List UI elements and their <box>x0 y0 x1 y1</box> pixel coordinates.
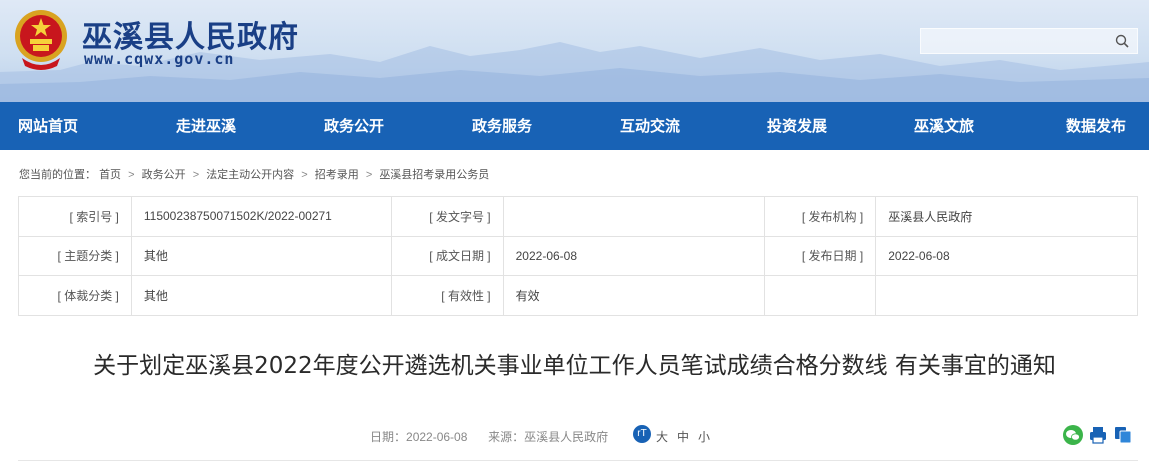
main-nav: 网站首页 走进巫溪 政务公开 政务服务 互动交流 投资发展 巫溪文旅 数据发布 <box>0 102 1149 150</box>
emblem-icon[interactable] <box>12 8 70 70</box>
source-value: 巫溪县人民政府 <box>524 430 609 444</box>
nav-item-about[interactable]: 走进巫溪 <box>176 102 236 150</box>
nav-item-data-release[interactable]: 数据发布 <box>1066 102 1126 150</box>
genre-value: 其他 <box>130 275 392 316</box>
source-label: 来源： <box>488 430 525 444</box>
copy-icon[interactable] <box>1113 425 1133 445</box>
published-date-label: [ 发布日期 ] <box>764 235 877 276</box>
validity-label: [ 有效性 ] <box>390 275 504 316</box>
genre-label: [ 体裁分类 ] <box>18 275 132 316</box>
breadcrumb-item-civil-servant[interactable]: 巫溪县招考录用公务员 <box>379 169 489 181</box>
breadcrumb-item-statutory[interactable]: 法定主动公开内容 <box>206 169 294 181</box>
topic-label: [ 主题分类 ] <box>18 235 132 276</box>
font-large-button[interactable]: 大 <box>656 428 668 445</box>
topic-value: 其他 <box>130 235 392 276</box>
site-url[interactable]: www.cqwx.gov.cn <box>84 50 234 68</box>
breadcrumb: 您当前的位置： 首页 > 政务公开 > 法定主动公开内容 > 招考录用 > 巫溪… <box>19 166 489 182</box>
index-value: 11500238750071502K/2022-00271 <box>130 196 392 237</box>
nav-item-home[interactable]: 网站首页 <box>18 102 78 150</box>
print-icon[interactable] <box>1088 425 1108 445</box>
empty-value-cell <box>875 275 1138 316</box>
date-label: 日期： <box>370 430 407 444</box>
created-date-label: [ 成文日期 ] <box>390 235 504 276</box>
doc-number-label: [ 发文字号 ] <box>390 196 504 237</box>
nav-item-gov-affairs-open[interactable]: 政务公开 <box>324 102 384 150</box>
doc-number-value <box>502 196 766 237</box>
wechat-icon[interactable] <box>1063 425 1083 445</box>
font-medium-button[interactable]: 中 <box>677 428 689 445</box>
breadcrumb-separator: > <box>192 169 200 181</box>
nav-item-investment[interactable]: 投资发展 <box>767 102 827 150</box>
table-row: [ 索引号 ] 11500238750071502K/2022-00271 [ … <box>18 196 1138 237</box>
date-value: 2022-06-08 <box>406 430 468 444</box>
breadcrumb-item-gov-open[interactable]: 政务公开 <box>142 169 186 181</box>
article-title: 关于划定巫溪县2022年度公开遴选机关事业单位工作人员笔试成绩合格分数线 有关事… <box>93 353 1056 379</box>
empty-label-cell <box>764 275 877 316</box>
search-input[interactable] <box>921 29 1111 53</box>
font-small-button[interactable]: 小 <box>698 428 710 445</box>
index-label: [ 索引号 ] <box>18 196 132 237</box>
table-row: [ 体裁分类 ] 其他 [ 有效性 ] 有效 <box>18 275 1138 316</box>
nav-item-culture-tourism[interactable]: 巫溪文旅 <box>914 102 974 150</box>
publisher-value: 巫溪县人民政府 <box>875 196 1138 237</box>
font-size-icon: rT <box>633 425 651 443</box>
breadcrumb-separator: > <box>128 169 135 181</box>
breadcrumb-separator: > <box>301 169 308 181</box>
breadcrumb-separator: > <box>365 169 373 181</box>
breadcrumb-item-recruitment[interactable]: 招考录用 <box>315 169 359 181</box>
document-info-table: [ 索引号 ] 11500238750071502K/2022-00271 [ … <box>18 196 1138 316</box>
nav-item-gov-services[interactable]: 政务服务 <box>472 102 532 150</box>
search-icon[interactable] <box>1115 34 1129 48</box>
article-meta: 日期：2022-06-08 来源：巫溪县人民政府 <box>370 428 608 445</box>
site-header: 巫溪县人民政府 www.cqwx.gov.cn <box>0 0 1149 102</box>
search-box <box>920 28 1138 54</box>
created-date-value: 2022-06-08 <box>502 235 766 276</box>
nav-item-interaction[interactable]: 互动交流 <box>620 102 680 150</box>
breadcrumb-prefix: 您当前的位置： <box>19 169 96 181</box>
published-date-value: 2022-06-08 <box>875 235 1138 276</box>
divider <box>18 460 1138 461</box>
publisher-label: [ 发布机构 ] <box>764 196 877 237</box>
breadcrumb-item-home[interactable]: 首页 <box>99 169 121 181</box>
validity-value: 有效 <box>502 275 766 316</box>
table-row: [ 主题分类 ] 其他 [ 成文日期 ] 2022-06-08 [ 发布日期 ]… <box>18 235 1138 276</box>
